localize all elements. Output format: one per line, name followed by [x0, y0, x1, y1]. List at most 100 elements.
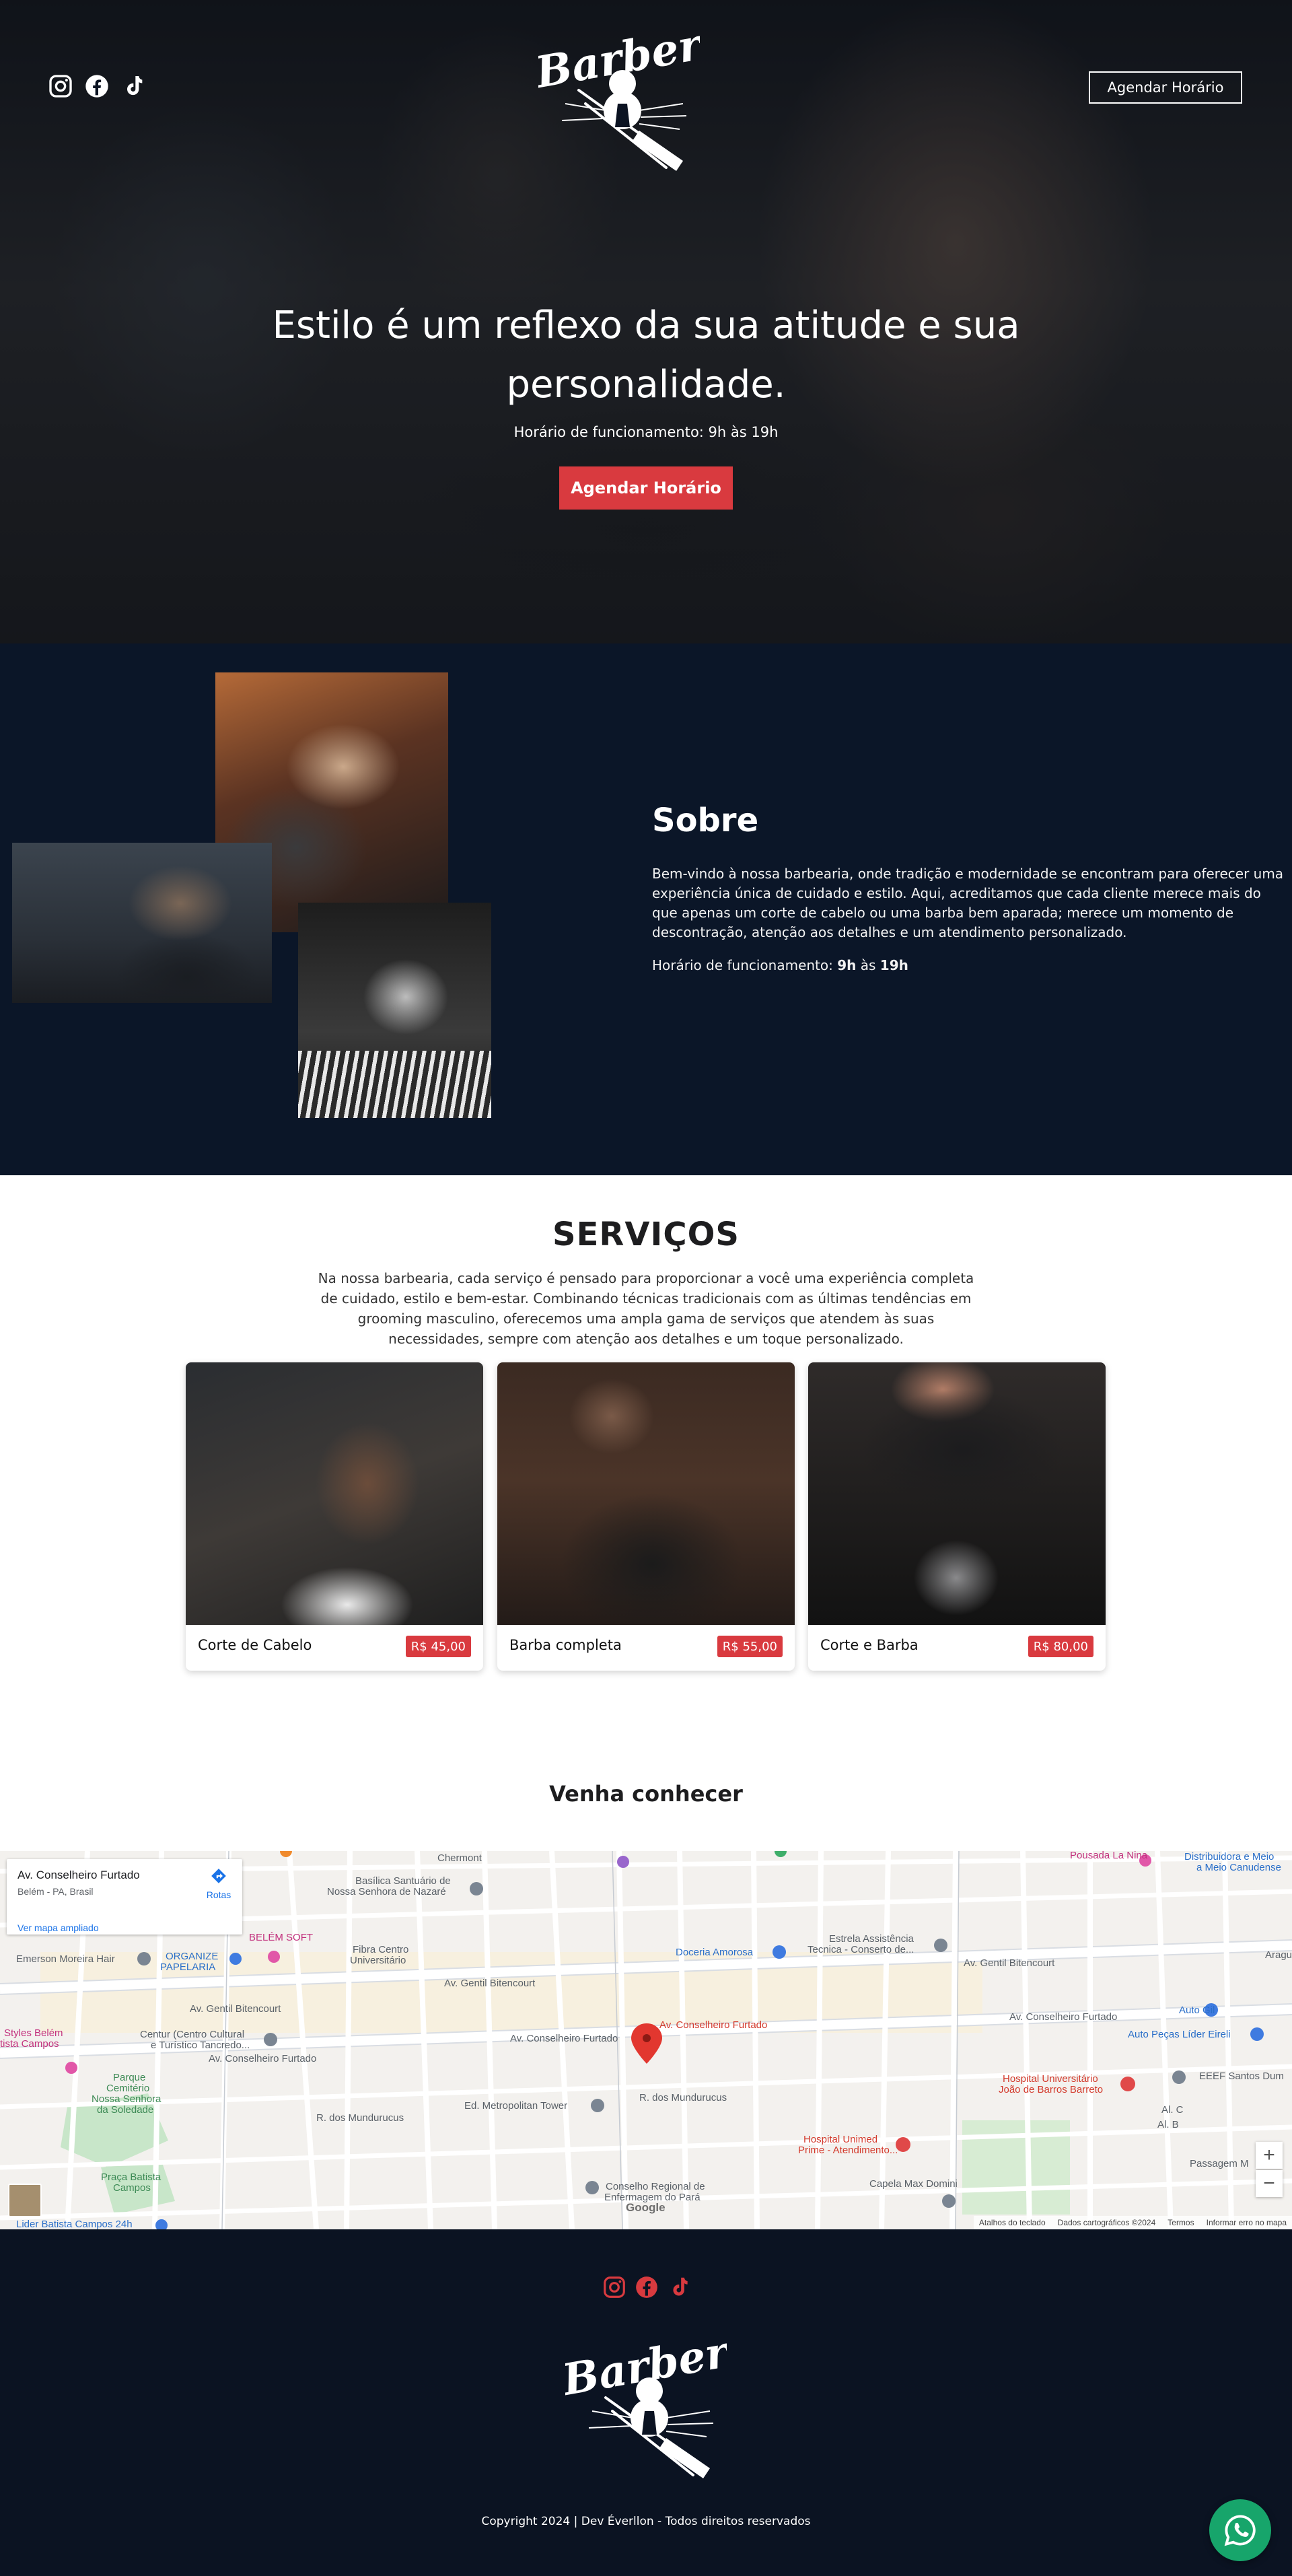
map-label: Av. Conselheiro Furtado [510, 2033, 618, 2044]
service-price: R$ 55,00 [717, 1636, 783, 1657]
map-label: Av. Conselheiro Furtado [1009, 2011, 1118, 2023]
map-label: Al. C [1161, 2104, 1184, 2116]
map-label: Av. Conselheiro Furtado [209, 2053, 317, 2064]
map-place-address: Belém - PA, Brasil [17, 1886, 94, 1897]
zoom-in-button[interactable]: + [1256, 2142, 1283, 2169]
marker-label: Av. Conselheiro Furtado [659, 2019, 768, 2031]
map-label: EEEF Santos Dum [1199, 2070, 1284, 2082]
service-card-haircut-beard[interactable]: Corte e Barba R$ 80,00 [808, 1362, 1106, 1671]
map-label: Emerson Moreira Hair [16, 1953, 115, 1965]
service-price: R$ 45,00 [405, 1636, 471, 1657]
map-label: Prime - Atendimento... [798, 2145, 898, 2156]
map-label: Basílica Santuário de [355, 1875, 451, 1887]
map-label: Auto Peças Líder Eireli [1128, 2029, 1231, 2040]
hero-section: Barber Agendar Horário Estilo é um refle… [0, 0, 1292, 643]
map-label: tista Campos [0, 2038, 59, 2050]
map-label: Styles Belém [4, 2027, 63, 2039]
map-label: Capela Max Domini [869, 2178, 958, 2190]
map-label: Pousada La Nina [1070, 1851, 1148, 1861]
map-label: BELÉM SOFT [249, 1932, 314, 1943]
map-label: R. dos Mundurucus [639, 2092, 727, 2103]
hero-title: Estilo é um reflexo da sua atitude e sua… [272, 304, 1020, 407]
map-label: Nossa Senhora [92, 2093, 162, 2105]
map-place-title: Av. Conselheiro Furtado [17, 1869, 140, 1881]
whatsapp-button[interactable] [1209, 2499, 1271, 2561]
map-label: R. dos Mundurucus [316, 2112, 404, 2124]
map-label: Al. B [1157, 2119, 1179, 2130]
map-label: da Soledade [97, 2104, 154, 2116]
footer-social-links [602, 2274, 692, 2300]
hero-hours: Horário de funcionamento: 9h às 19h [513, 424, 779, 440]
facebook-icon[interactable] [634, 2274, 659, 2300]
copyright-text: Copyright 2024 | Dev Éverllon - Todos di… [481, 2515, 811, 2528]
service-image [808, 1362, 1106, 1625]
map-label: Conselho Regional de [606, 2181, 705, 2192]
service-card-beard[interactable]: Barba completa R$ 55,00 [497, 1362, 795, 1671]
schedule-button-top[interactable]: Agendar Horário [1089, 71, 1242, 104]
site-footer: Barber Copyright 2024 | Dev Éverllon - T… [0, 2229, 1292, 2576]
directions-button[interactable]: Rotas [202, 1867, 236, 1908]
map-label: Estrela Assistência [829, 1933, 914, 1945]
report-error-link[interactable]: Informar erro no mapa [1207, 2218, 1287, 2227]
map-label: e Turístico Tancredo... [151, 2040, 250, 2051]
hero-social-links [47, 73, 147, 100]
map-data-attribution: Dados cartográficos ©2024 [1057, 2218, 1156, 2227]
map-label: Doceria Amorosa [676, 1947, 754, 1958]
map-label: Praça Batista [101, 2171, 162, 2183]
map-label: Universitário [350, 1955, 406, 1966]
map-info-card: Av. Conselheiro Furtado Belém - PA, Bras… [7, 1859, 242, 1935]
map-label: Parque [113, 2072, 146, 2083]
map-label: Fibra Centro [353, 1944, 409, 1955]
terms-link[interactable]: Termos [1168, 2218, 1194, 2227]
service-image [186, 1362, 483, 1625]
google-map[interactable]: Chermont Basílica Santuário de Nossa Sen… [0, 1851, 1292, 2229]
map-label: Lider Batista Campos 24h [16, 2219, 133, 2229]
about-text: Bem-vindo à nossa barbearia, onde tradiç… [652, 866, 1284, 940]
zoom-out-button[interactable]: − [1256, 2170, 1283, 2197]
tiktok-icon[interactable] [666, 2274, 692, 2300]
directions-icon [211, 1869, 226, 1883]
map-label: Av. Gentil Bitencourt [190, 2003, 281, 2015]
street-view-thumbnail[interactable] [8, 2184, 42, 2217]
map-label: a Meio Canudense [1196, 1862, 1281, 1873]
map-label: Chermont [437, 1852, 482, 1864]
service-price: R$ 80,00 [1028, 1636, 1093, 1657]
barber-photo-shave [298, 903, 491, 1118]
google-logo: Google [626, 2201, 666, 2214]
map-label: Passagem M [1190, 2158, 1249, 2169]
services-description: Na nossa barbearia, cada serviço é pensa… [318, 1270, 974, 1347]
map-label: Campos [113, 2182, 151, 2194]
map-label: Centur (Centro Cultural [140, 2029, 245, 2040]
services-section: SERVIÇOS Na nossa barbearia, cada serviç… [0, 1175, 1292, 1742]
map-label: Av. Gentil Bitencourt [444, 1978, 536, 1989]
instagram-icon[interactable] [602, 2274, 627, 2300]
about-title: Sobre [652, 802, 759, 839]
about-section: Sobre Bem-vindo à nossa barbearia, onde … [0, 643, 1292, 1175]
view-larger-map-link[interactable]: Ver mapa ampliado [17, 1922, 99, 1933]
map-label: PAPELARIA [160, 1961, 216, 1973]
barber-photo-trim [12, 843, 272, 1003]
service-name: Barba completa [509, 1637, 622, 1653]
map-label: Auto Gil [1179, 2005, 1215, 2016]
map-label: Hospital Universitário [1003, 2073, 1098, 2085]
tiktok-icon[interactable] [120, 73, 147, 100]
keyboard-shortcuts-link[interactable]: Atalhos do teclado [979, 2218, 1046, 2227]
map-label: Distribuidora e Meio [1184, 1851, 1275, 1863]
instagram-icon[interactable] [47, 73, 74, 100]
map-label: Hospital Unimed [803, 2134, 878, 2145]
map-label: João de Barros Barreto [999, 2084, 1104, 2095]
service-image [497, 1362, 795, 1625]
visit-section: Venha conhecer [0, 1742, 1292, 1851]
service-card-haircut[interactable]: Corte de Cabelo R$ 45,00 [186, 1362, 483, 1671]
visit-title: Venha conhecer [549, 1781, 743, 1807]
whatsapp-icon [1224, 2515, 1256, 2546]
schedule-button[interactable]: Agendar Horário [559, 466, 733, 510]
facebook-icon[interactable] [83, 73, 110, 100]
map-label: Ed. Metropolitan Tower [464, 2100, 568, 2112]
map-label: Aragu [1265, 1949, 1292, 1961]
barber-logo-footer: Barber [565, 2326, 727, 2478]
map-label: Av. Gentil Bitencourt [964, 1957, 1055, 1969]
barber-logo[interactable]: Barber [538, 9, 700, 178]
service-name: Corte de Cabelo [198, 1637, 312, 1653]
about-hours: Horário de funcionamento: 9h às 19h [652, 957, 908, 973]
